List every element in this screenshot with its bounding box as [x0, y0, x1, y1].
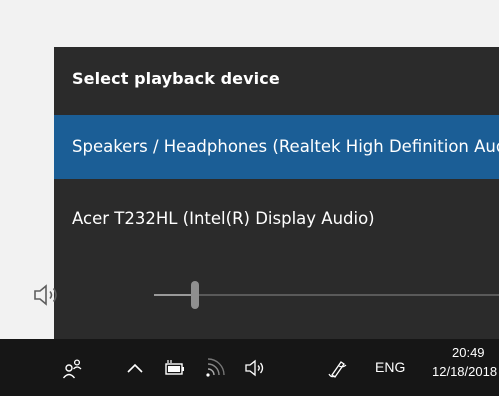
- taskbar: ENG 20:49 12/18/2018: [0, 339, 499, 396]
- volume-slider[interactable]: [154, 275, 499, 315]
- language-indicator[interactable]: ENG: [375, 359, 405, 375]
- chevron-up-icon[interactable]: [124, 357, 146, 379]
- pen-icon[interactable]: [326, 357, 348, 379]
- clock-time: 20:49: [452, 345, 485, 360]
- clock-date: 12/18/2018: [432, 364, 498, 379]
- volume-slider-fill: [154, 294, 195, 296]
- battery-icon[interactable]: [164, 357, 186, 379]
- wifi-icon[interactable]: [204, 357, 226, 379]
- volume-slider-track[interactable]: [154, 294, 499, 296]
- people-icon[interactable]: [62, 357, 84, 379]
- speaker-icon[interactable]: [32, 282, 62, 308]
- device-item-speakers-headphones[interactable]: Speakers / Headphones (Realtek High Defi…: [54, 115, 499, 179]
- volume-slider-thumb[interactable]: [191, 281, 199, 309]
- taskbar-clock[interactable]: 20:49 12/18/2018: [432, 344, 499, 382]
- device-item-acer-display-audio[interactable]: Acer T232HL (Intel(R) Display Audio): [54, 187, 499, 251]
- speaker-icon[interactable]: [244, 357, 266, 379]
- panel-title: Select playback device: [72, 69, 280, 88]
